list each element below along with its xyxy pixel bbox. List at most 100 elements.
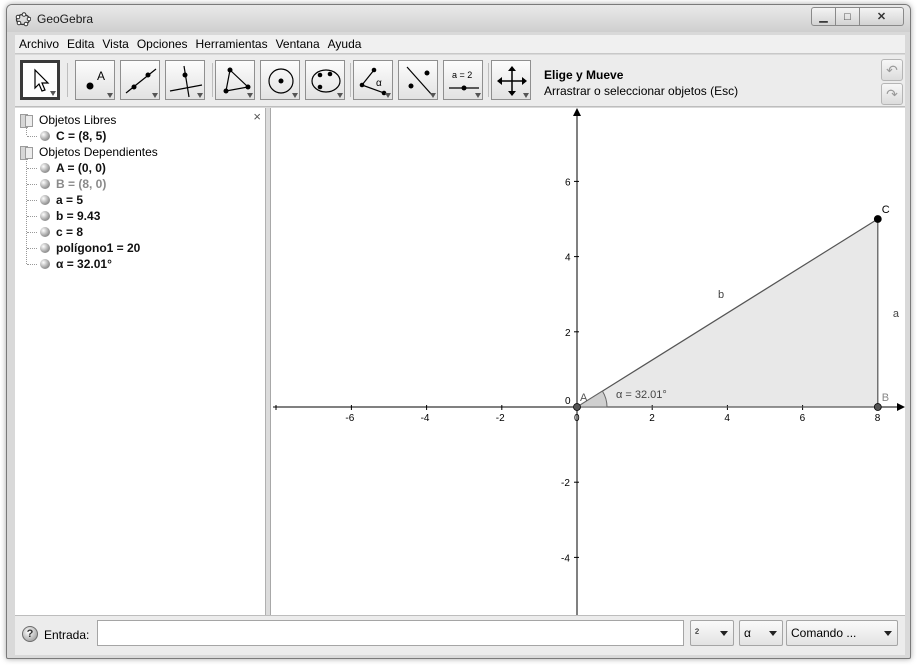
window-title: GeoGebra [37,12,94,26]
tree-connector [27,183,37,185]
y-tick-label: -2 [561,478,570,489]
help-icon[interactable]: ? [22,626,38,642]
point-a[interactable] [573,403,581,411]
graphics-view[interactable]: -6 -4 -2 0 2 4 6 8 6 4 2 0 -2 -4 α = 32.01° b a A B C [271,108,905,615]
minimize-button[interactable]: ▁ [811,7,836,26]
segment-label-b: b [718,289,724,301]
undo-button[interactable]: ↶ [881,59,903,81]
list-item[interactable]: b = 9.43 [27,209,100,223]
x-tick-label: -2 [496,413,505,424]
circle-tool-button[interactable] [260,60,300,100]
y-axis-arrow [573,108,581,116]
y-tick-label: 0 [565,396,571,407]
y-tick-label: 4 [565,253,571,264]
polygon-tool-button[interactable] [215,60,255,100]
object-label: A = (0, 0) [56,161,106,175]
menu-herramientas[interactable]: Herramientas [196,37,268,51]
conic-tool-button[interactable] [305,60,345,100]
x-axis-arrow [897,403,905,411]
object-label: C = (8, 5) [56,129,107,143]
command-dropdown[interactable]: Comando ... [786,620,898,646]
toolbar-separator [350,63,351,97]
visibility-toggle-icon[interactable] [40,195,50,205]
reflect-tool-button[interactable] [398,60,438,100]
point-label-c: C [882,204,890,216]
maximize-icon: □ [844,10,851,23]
tool-menu-arrow-icon [50,91,56,96]
visibility-toggle-icon[interactable] [40,211,50,221]
menu-vista[interactable]: Vista [102,37,128,51]
close-view-icon[interactable]: × [253,109,261,124]
command-dropdown-value: Comando ... [791,626,857,640]
undo-icon: ↶ [886,62,898,78]
graphics-canvas[interactable]: -6 -4 -2 0 2 4 6 8 6 4 2 0 -2 -4 α = 32.01° b a A B C [271,108,905,615]
point-tool-button[interactable]: A [75,60,115,100]
object-label: b = 9.43 [56,209,101,223]
free-objects-folder[interactable]: Objetos Libres [19,113,117,128]
list-item[interactable]: α = 32.01° [27,257,112,271]
visibility-toggle-icon[interactable] [40,259,50,269]
object-label: c = 8 [56,225,84,239]
greek-dropdown[interactable]: α [739,620,783,646]
list-item[interactable]: polígono1 = 20 [27,241,140,255]
point-tool-glyph: A [97,69,105,83]
perpendicular-tool-button[interactable] [165,60,205,100]
visibility-toggle-icon[interactable] [40,243,50,253]
move-tool-button[interactable] [20,60,60,100]
angle-tool-button[interactable]: α [353,60,393,100]
visibility-toggle-icon[interactable] [40,131,50,141]
menu-ventana[interactable]: Ventana [276,37,320,51]
input-field[interactable] [97,620,684,646]
toolbar-separator [212,63,213,97]
tool-menu-arrow-icon [152,93,158,98]
visibility-toggle-icon[interactable] [40,179,50,189]
menu-ayuda[interactable]: Ayuda [328,37,362,51]
point-b[interactable] [873,403,882,411]
geogebra-window: GeoGebra ▁ □ ✕ Archivo Edita Vista Opcio… [6,4,911,659]
object-label: a = 5 [56,193,84,207]
toolbar: A α a = 2 Elige y Mueve Arrastrar o sele… [15,55,905,107]
close-button[interactable]: ✕ [860,7,904,26]
tree-connector [27,263,37,265]
y-tick-label: 2 [565,328,571,339]
chevron-down-icon [720,631,728,636]
menu-archivo[interactable]: Archivo [19,37,59,51]
tree-connector [27,215,37,217]
object-label: B = (8, 0) [56,177,107,191]
slider-tool-button[interactable]: a = 2 [443,60,483,100]
dependent-objects-label: Objetos Dependientes [39,145,158,159]
superscript-dropdown-value: ² [695,626,699,640]
tree-connector [27,135,37,137]
tool-help-title: Elige y Mueve [544,68,624,82]
tree-connector [27,167,37,169]
y-tick-label: -4 [561,553,570,564]
x-tick-label: 8 [875,413,881,424]
redo-button[interactable]: ↷ [881,83,903,105]
menu-edita[interactable]: Edita [67,37,94,51]
maximize-button[interactable]: □ [836,7,860,26]
visibility-toggle-icon[interactable] [40,163,50,173]
line-tool-button[interactable] [120,60,160,100]
slider-tool-glyph: a = 2 [452,70,472,80]
list-item[interactable]: C = (8, 5) [27,129,106,143]
object-label: α = 32.01° [56,257,112,271]
visibility-toggle-icon[interactable] [40,227,50,237]
move-graphics-tool-button[interactable] [491,60,531,100]
tool-menu-arrow-icon [107,93,113,98]
tool-menu-arrow-icon [292,93,298,98]
list-item[interactable]: B = (8, 0) [27,177,106,191]
menu-bar: Archivo Edita Vista Opciones Herramienta… [15,35,905,54]
chevron-down-icon [884,631,892,636]
free-objects-label: Objetos Libres [39,113,117,127]
dependent-objects-folder[interactable]: Objetos Dependientes [19,145,158,160]
toolbar-separator [488,63,489,97]
title-bar: GeoGebra ▁ □ ✕ [7,5,910,32]
menu-opciones[interactable]: Opciones [137,37,188,51]
tool-menu-arrow-icon [475,93,481,98]
x-tick-label: 6 [800,413,806,424]
superscript-dropdown[interactable]: ² [690,620,734,646]
list-item[interactable]: a = 5 [27,193,83,207]
point-c[interactable] [873,215,882,223]
list-item[interactable]: A = (0, 0) [27,161,106,175]
list-item[interactable]: c = 8 [27,225,83,239]
